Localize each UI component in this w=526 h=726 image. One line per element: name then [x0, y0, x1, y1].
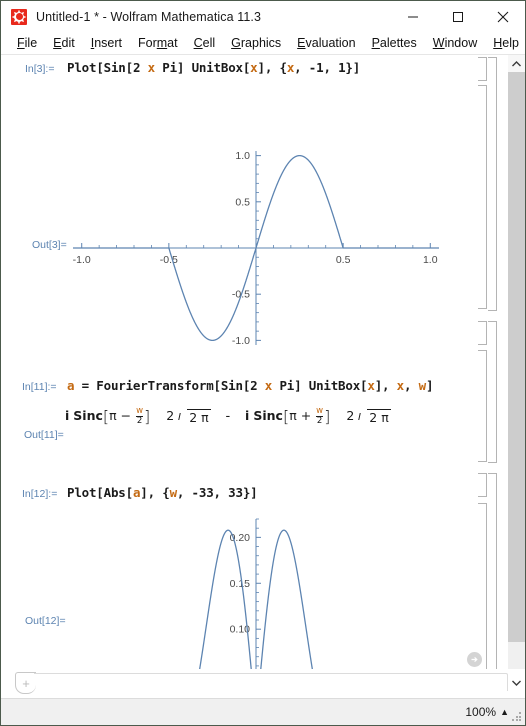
- cell-group-bracket-3[interactable]: [488, 473, 497, 669]
- w-numerator-2: w: [316, 406, 324, 417]
- sqrt-1: 2 π: [178, 408, 211, 425]
- numerator-term-1: i Sinc[π − w 2]: [65, 406, 151, 426]
- menu-insert[interactable]: Insert: [83, 33, 130, 53]
- sinc-function-1: Sinc: [73, 408, 103, 423]
- scroll-up-button[interactable]: [508, 55, 525, 72]
- fraction-term-1: i Sinc[π − w 2] 2 2 π: [59, 407, 217, 426]
- notebook-canvas[interactable]: In[3]:= Plot[Sin[2 x Pi] UnitBox[x], {x,…: [1, 55, 507, 669]
- resize-grip-icon[interactable]: [512, 712, 522, 722]
- in-label-3: In[3]:=: [25, 63, 55, 75]
- cell-group-bracket-2[interactable]: [488, 321, 497, 463]
- add-cell-button[interactable]: +: [15, 672, 36, 694]
- title-bar: Untitled-1 * - Wolfram Mathematica 11.3: [1, 1, 525, 32]
- insertion-line: [34, 673, 508, 691]
- numerator-term-2: i Sinc[π + w 2]: [245, 406, 331, 426]
- bracket-close-2: ]: [324, 407, 331, 426]
- plot-sin-unitbox[interactable]: -1.0 -0.5 0.5 1.0-1.0-0.50.51.0: [56, 137, 456, 367]
- output-cell-bracket-11[interactable]: [478, 350, 487, 462]
- input-cell-bracket-11[interactable]: [478, 321, 487, 345]
- fraction-term-2: i Sinc[π + w 2] 2 2 π: [239, 407, 397, 426]
- coefficient-1: 2: [166, 408, 175, 423]
- output-cell-bracket-12[interactable]: [478, 503, 487, 669]
- mathematica-spikey-icon: [11, 8, 27, 25]
- imaginary-unit: i: [65, 408, 70, 423]
- svg-text:0.5: 0.5: [336, 254, 351, 266]
- menu-graphics[interactable]: Graphics: [223, 33, 289, 53]
- arrow-right-circle-icon: [468, 653, 481, 666]
- svg-text:-1.0: -1.0: [73, 254, 91, 266]
- coefficient-2: 2: [346, 408, 355, 423]
- in-code-12[interactable]: Plot[Abs[a], {w, -33, 33}]: [67, 485, 258, 500]
- minus-operator: -: [225, 409, 231, 424]
- menu-window[interactable]: Window: [425, 33, 485, 53]
- math-expression-output[interactable]: i Sinc[π − w 2] 2 2 π - i Sinc[π + w 2] 2 …: [59, 407, 397, 426]
- menu-evaluation[interactable]: Evaluation: [289, 33, 363, 53]
- svg-text:-1.0: -1.0: [232, 335, 250, 347]
- radicand-two-2: 2: [369, 409, 378, 425]
- input-cell-bracket-12[interactable]: [478, 473, 487, 497]
- menu-edit[interactable]: Edit: [45, 33, 83, 53]
- menu-cell[interactable]: Cell: [186, 33, 224, 53]
- denominator-term-2: 2 2 π: [340, 406, 396, 425]
- menu-file[interactable]: File: [9, 33, 45, 53]
- menu-help[interactable]: Help: [485, 33, 526, 53]
- svg-text:1.0: 1.0: [423, 254, 438, 266]
- plot-abs-fouriertransform[interactable]: -30-20-101020300.050.100.150.20: [56, 505, 456, 669]
- radicand-pi-2: π: [381, 409, 389, 425]
- pi-symbol-2: π: [289, 408, 297, 423]
- close-button[interactable]: [480, 1, 525, 32]
- menu-format[interactable]: Format: [130, 33, 186, 53]
- in-label-12: In[12]:=: [22, 488, 58, 500]
- radicand-two-1: 2: [189, 409, 198, 425]
- maximize-button[interactable]: [435, 1, 480, 32]
- w-numerator-1: w: [136, 406, 144, 417]
- svg-text:1.0: 1.0: [235, 150, 250, 162]
- radicand-pi-1: π: [201, 409, 209, 425]
- svg-text:0.15: 0.15: [230, 578, 251, 590]
- window-controls: [390, 1, 525, 32]
- mathematica-window: Untitled-1 * - Wolfram Mathematica 11.3 …: [0, 0, 526, 726]
- denominator-term-1: 2 2 π: [160, 406, 216, 425]
- two-denominator-2: 2: [316, 416, 323, 426]
- radicand-1: 2 π: [187, 408, 211, 425]
- input-cell-bracket-3[interactable]: [478, 57, 487, 81]
- status-bar: 100% ▲: [1, 698, 525, 725]
- scrollbar-thumb[interactable]: [508, 72, 525, 642]
- zoom-menu-arrow-icon[interactable]: ▲: [500, 707, 509, 717]
- menu-bar: File Edit Insert Format Cell Graphics Ev…: [1, 32, 525, 55]
- scroll-down-button[interactable]: [508, 670, 525, 696]
- spikey-glyph: [12, 10, 26, 23]
- cell-insertion-bar[interactable]: +: [1, 669, 525, 698]
- minimize-button[interactable]: [390, 1, 435, 32]
- cell-group-bracket-1[interactable]: [488, 57, 497, 311]
- menu-palettes[interactable]: Palettes: [364, 33, 425, 53]
- output-cell-bracket-3[interactable]: [478, 85, 487, 309]
- w-over-2-term2: w2: [316, 406, 324, 426]
- vertical-scrollbar[interactable]: [507, 55, 525, 669]
- imaginary-unit-2: i: [245, 408, 250, 423]
- notebook-area: In[3]:= Plot[Sin[2 x Pi] UnitBox[x], {x,…: [1, 55, 525, 669]
- sinc-function-2: Sinc: [253, 408, 283, 423]
- zoom-level-label[interactable]: 100%: [465, 705, 496, 719]
- in-code-3[interactable]: Plot[Sin[2 x Pi] UnitBox[x], {x, -1, 1}]: [67, 60, 360, 75]
- window-title: Untitled-1 * - Wolfram Mathematica 11.3: [36, 9, 262, 24]
- pi-symbol-1: π: [109, 408, 117, 423]
- bracket-close-1: ]: [144, 407, 151, 426]
- radicand-2: 2 π: [367, 408, 391, 425]
- in-label-11: In[11]:=: [22, 381, 57, 393]
- svg-text:-0.5: -0.5: [160, 254, 178, 266]
- evaluate-indicator-icon[interactable]: [467, 652, 482, 667]
- out-label-11: Out[11]=: [24, 429, 64, 441]
- two-denominator-1: 2: [136, 416, 143, 426]
- svg-text:0.5: 0.5: [235, 196, 250, 208]
- sqrt-2: 2 π: [358, 408, 391, 425]
- in-code-11[interactable]: a = FourierTransform[Sin[2 x Pi] UnitBox…: [67, 378, 434, 393]
- w-over-2-term1: w2: [136, 406, 144, 426]
